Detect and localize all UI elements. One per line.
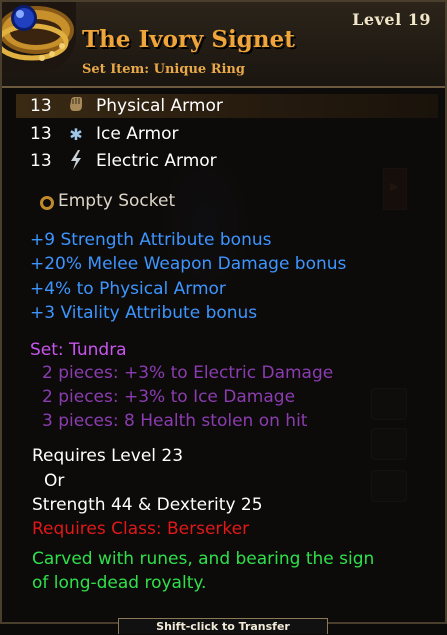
armor-label: Electric Armor	[96, 151, 217, 171]
item-level: Level 19	[352, 10, 431, 29]
armor-row-electric: 13 Electric Armor	[16, 149, 438, 173]
armor-row-ice: 13 ✱ Ice Armor	[16, 122, 438, 146]
bonus-line: +3 Vitality Attribute bonus	[30, 303, 258, 323]
bonus-line: +20% Melee Weapon Damage bonus	[30, 254, 347, 274]
armor-label: Ice Armor	[96, 124, 179, 144]
set-piece: 2 pieces: +3% to Electric Damage	[42, 363, 334, 383]
item-name: The Ivory Signet	[82, 26, 295, 53]
snowflake-icon: ✱	[69, 125, 83, 144]
armor-value: 13	[30, 124, 52, 144]
requires-stats: Strength 44 & Dexterity 25	[32, 495, 263, 515]
requires-level: Requires Level 23	[32, 446, 184, 466]
lightning-icon	[66, 150, 86, 172]
tooltip-header: Level 19 The Ivory Signet Set Item: Uniq…	[2, 2, 445, 88]
set-title: Set: Tundra	[30, 340, 127, 360]
socket-label: Empty Socket	[58, 191, 176, 211]
flavor-text: Carved with runes, and bearing the sign	[32, 549, 375, 569]
armor-value: 13	[30, 151, 52, 171]
item-tooltip: Level 19 The Ivory Signet Set Item: Uniq…	[0, 0, 447, 624]
armor-value: 13	[30, 96, 52, 116]
ring-icon	[2, 2, 76, 72]
fist-icon	[66, 95, 86, 117]
armor-row-physical: 13 Physical Armor	[16, 94, 438, 118]
empty-socket: Empty Socket	[40, 190, 175, 214]
requires-or: Or	[44, 471, 65, 491]
set-piece: 2 pieces: +3% to Ice Damage	[42, 387, 296, 407]
bonus-line: +9 Strength Attribute bonus	[30, 230, 272, 250]
flavor-text: of long-dead royalty.	[32, 573, 207, 593]
transfer-hint: Shift-click to Transfer	[118, 618, 328, 634]
armor-label: Physical Armor	[96, 96, 223, 116]
socket-icon	[40, 196, 54, 210]
bonus-line: +4% to Physical Armor	[30, 279, 226, 299]
requires-class: Requires Class: Berserker	[32, 519, 250, 539]
item-type: Set Item: Unique Ring	[82, 62, 245, 77]
set-piece: 3 pieces: 8 Health stolen on hit	[42, 411, 308, 431]
